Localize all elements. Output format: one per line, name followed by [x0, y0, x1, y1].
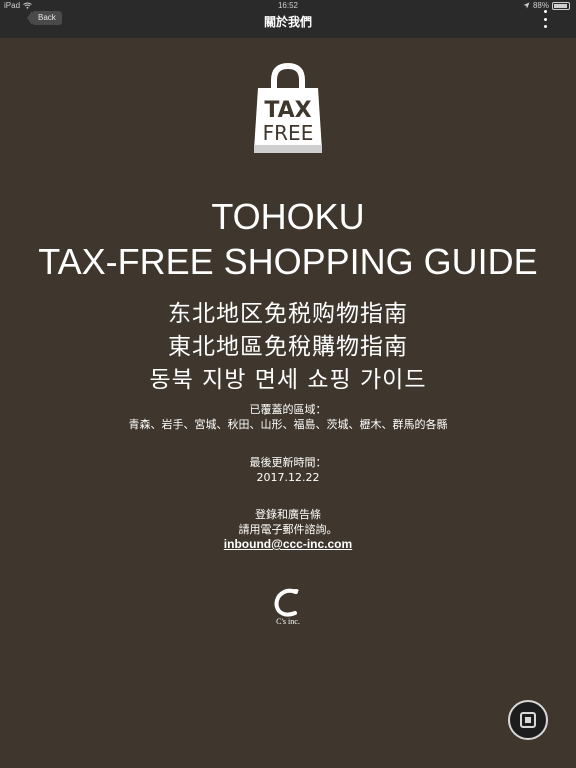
logo-text-tax: TAX	[264, 98, 311, 123]
korean-title: 동북 지방 면세 쇼핑 가이드	[149, 367, 427, 393]
english-title-line-1: TOHOKU	[211, 196, 365, 237]
about-content: TAX FREE TOHOKU TAX-FREE SHOPPING GUIDE …	[0, 38, 576, 768]
localized-titles: 东北地区免税购物指南 東北地區免稅購物指南 동북 지방 면세 쇼핑 가이드	[0, 298, 576, 397]
update-label: 最後更新時間：	[249, 456, 327, 469]
contact-section: 登錄和廣告條 請用電子郵件諮詢。 inbound@ccc-inc.com	[0, 507, 576, 552]
status-time: 16:52	[277, 1, 299, 10]
page-title: 關於我們	[263, 15, 312, 29]
more-options-icon[interactable]	[540, 10, 550, 28]
assistive-touch-button[interactable]	[508, 700, 548, 740]
location-icon	[523, 2, 530, 9]
coverage-label: 已覆蓋的區域：	[249, 403, 327, 416]
logo-text-free: FREE	[263, 121, 314, 145]
battery-icon	[552, 1, 570, 10]
company-name: C's inc.	[276, 617, 300, 626]
battery-percentage: 88%	[532, 1, 549, 10]
simplified-chinese-title: 东北地区免税购物指南	[168, 301, 408, 327]
tax-free-bag-icon: TAX FREE	[254, 62, 322, 153]
contact-line-2: 請用電子郵件諮詢。	[238, 523, 338, 536]
coverage-section: 已覆蓋的區域： 青森、岩手、宮城、秋田、山形、福島、茨城、櫪木、群馬的各縣	[0, 402, 576, 432]
english-title: TOHOKU TAX-FREE SHOPPING GUIDE	[0, 194, 576, 284]
traditional-chinese-title: 東北地區免稅購物指南	[168, 334, 408, 360]
coverage-areas: 青森、岩手、宮城、秋田、山形、福島、茨城、櫪木、群馬的各縣	[128, 418, 448, 431]
english-title-line-2: TAX-FREE SHOPPING GUIDE	[38, 241, 538, 282]
update-section: 最後更新時間： 2017.12.22	[0, 455, 576, 485]
status-bar: iPad 16:52 88%	[0, 0, 576, 12]
update-date: 2017.12.22	[256, 471, 320, 484]
contact-email-link[interactable]: inbound@ccc-inc.com	[224, 537, 352, 551]
square-icon	[520, 712, 536, 728]
contact-line-1: 登錄和廣告條	[255, 508, 321, 521]
